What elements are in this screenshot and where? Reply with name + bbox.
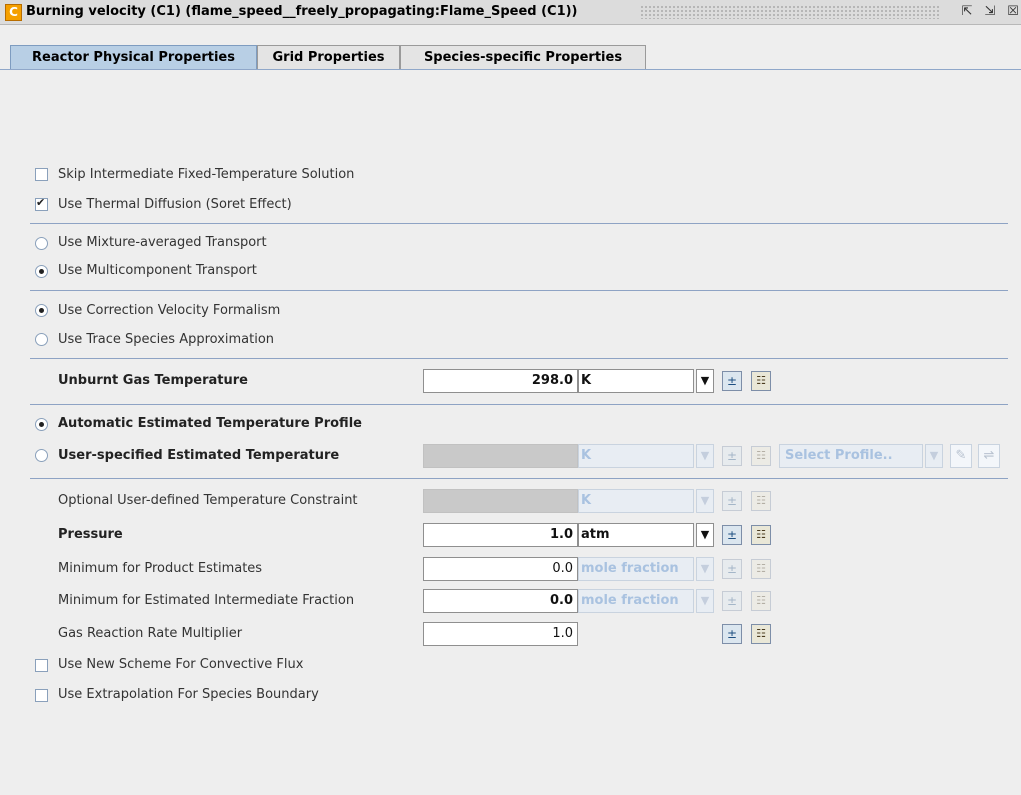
optional-constraint-unit: K (578, 489, 694, 513)
parameter-tune-icon[interactable]: ☷ (751, 525, 771, 545)
parameter-tune-icon: ☷ (751, 446, 771, 466)
profile-action-icon: ⇌ (978, 444, 1000, 468)
chevron-down-icon: ▼ (696, 589, 714, 613)
product-estimates-label: Minimum for Product Estimates (58, 561, 263, 576)
new-scheme-checkbox[interactable] (35, 659, 48, 672)
correction-velocity-label: Use Correction Velocity Formalism (58, 303, 281, 318)
separator (30, 358, 1008, 359)
correction-velocity-radio[interactable] (35, 304, 48, 317)
thermal-diffusion-checkbox[interactable] (35, 196, 48, 211)
maximize-icon[interactable]: ⇲ (981, 3, 999, 21)
new-scheme-label: Use New Scheme For Convective Flux (58, 657, 304, 672)
trace-species-radio[interactable] (35, 333, 48, 346)
parameter-tune-icon[interactable]: ☷ (751, 371, 771, 391)
optional-constraint-label: Optional User-defined Temperature Constr… (58, 493, 358, 508)
multicomponent-label: Use Multicomponent Transport (58, 263, 257, 278)
add-remove-icon[interactable]: ± (722, 371, 742, 391)
add-remove-icon[interactable]: ± (722, 525, 742, 545)
trace-species-label: Use Trace Species Approximation (58, 332, 275, 347)
unburnt-temperature-label: Unburnt Gas Temperature (58, 373, 248, 388)
mixture-averaged-label: Use Mixture-averaged Transport (58, 235, 267, 250)
unburnt-temperature-unit[interactable]: K (578, 369, 694, 393)
parameter-tune-icon: ☷ (751, 591, 771, 611)
pressure-input[interactable]: 1.0 (423, 523, 578, 547)
rate-multiplier-input[interactable]: 1.0 (423, 622, 578, 646)
add-remove-icon[interactable]: ± (722, 624, 742, 644)
tab-species-specific-properties[interactable]: Species-specific Properties (400, 45, 646, 69)
intermediate-fraction-input[interactable]: 0.0 (423, 589, 578, 613)
close-icon[interactable]: ☒ (1004, 3, 1021, 21)
separator (30, 290, 1008, 291)
skip-intermediate-label: Skip Intermediate Fixed-Temperature Solu… (58, 167, 355, 182)
profile-select: Select Profile.. (779, 444, 923, 468)
title-grip[interactable] (640, 5, 940, 19)
user-temperature-input (423, 444, 578, 468)
product-estimates-unit: mole fraction (578, 557, 694, 581)
separator (30, 404, 1008, 405)
chevron-down-icon[interactable]: ▼ (696, 369, 714, 393)
user-temperature-unit: K (578, 444, 694, 468)
app-logo-icon: C (5, 4, 22, 21)
extrapolation-label: Use Extrapolation For Species Boundary (58, 687, 319, 702)
extrapolation-checkbox[interactable] (35, 689, 48, 702)
chevron-down-icon: ▼ (696, 557, 714, 581)
restore-icon[interactable]: ⇱ (958, 3, 976, 21)
title-bar: C Burning velocity (C1) (flame_speed__fr… (0, 0, 1021, 25)
chevron-down-icon: ▼ (925, 444, 943, 468)
product-estimates-input[interactable]: 0.0 (423, 557, 578, 581)
separator (30, 478, 1008, 479)
separator (30, 223, 1008, 224)
pressure-label: Pressure (58, 527, 123, 542)
add-remove-icon: ± (722, 591, 742, 611)
chevron-down-icon: ▼ (696, 489, 714, 513)
mixture-averaged-radio[interactable] (35, 237, 48, 250)
parameter-tune-icon: ☷ (751, 491, 771, 511)
tab-reactor-physical-properties[interactable]: Reactor Physical Properties (10, 45, 257, 69)
parameter-tune-icon: ☷ (751, 559, 771, 579)
user-specified-radio[interactable] (35, 449, 48, 462)
optional-constraint-input (423, 489, 578, 513)
multicomponent-radio[interactable] (35, 265, 48, 278)
skip-intermediate-checkbox[interactable] (35, 168, 48, 181)
add-remove-icon: ± (722, 446, 742, 466)
automatic-profile-label: Automatic Estimated Temperature Profile (58, 416, 362, 431)
rate-multiplier-label: Gas Reaction Rate Multiplier (58, 626, 243, 641)
user-specified-label: User-specified Estimated Temperature (58, 448, 340, 463)
thermal-diffusion-label: Use Thermal Diffusion (Soret Effect) (58, 197, 292, 212)
chevron-down-icon: ▼ (696, 444, 714, 468)
tab-grid-properties[interactable]: Grid Properties (257, 45, 400, 69)
intermediate-fraction-unit: mole fraction (578, 589, 694, 613)
unburnt-temperature-input[interactable]: 298.0 (423, 369, 578, 393)
add-remove-icon: ± (722, 491, 742, 511)
pressure-unit[interactable]: atm (578, 523, 694, 547)
window-title: Burning velocity (C1) (flame_speed__free… (26, 4, 578, 19)
intermediate-fraction-label: Minimum for Estimated Intermediate Fract… (58, 593, 355, 608)
edit-pencil-icon: ✎ (950, 444, 972, 468)
add-remove-icon: ± (722, 559, 742, 579)
parameter-tune-icon[interactable]: ☷ (751, 624, 771, 644)
chevron-down-icon[interactable]: ▼ (696, 523, 714, 547)
automatic-profile-radio[interactable] (35, 418, 48, 431)
